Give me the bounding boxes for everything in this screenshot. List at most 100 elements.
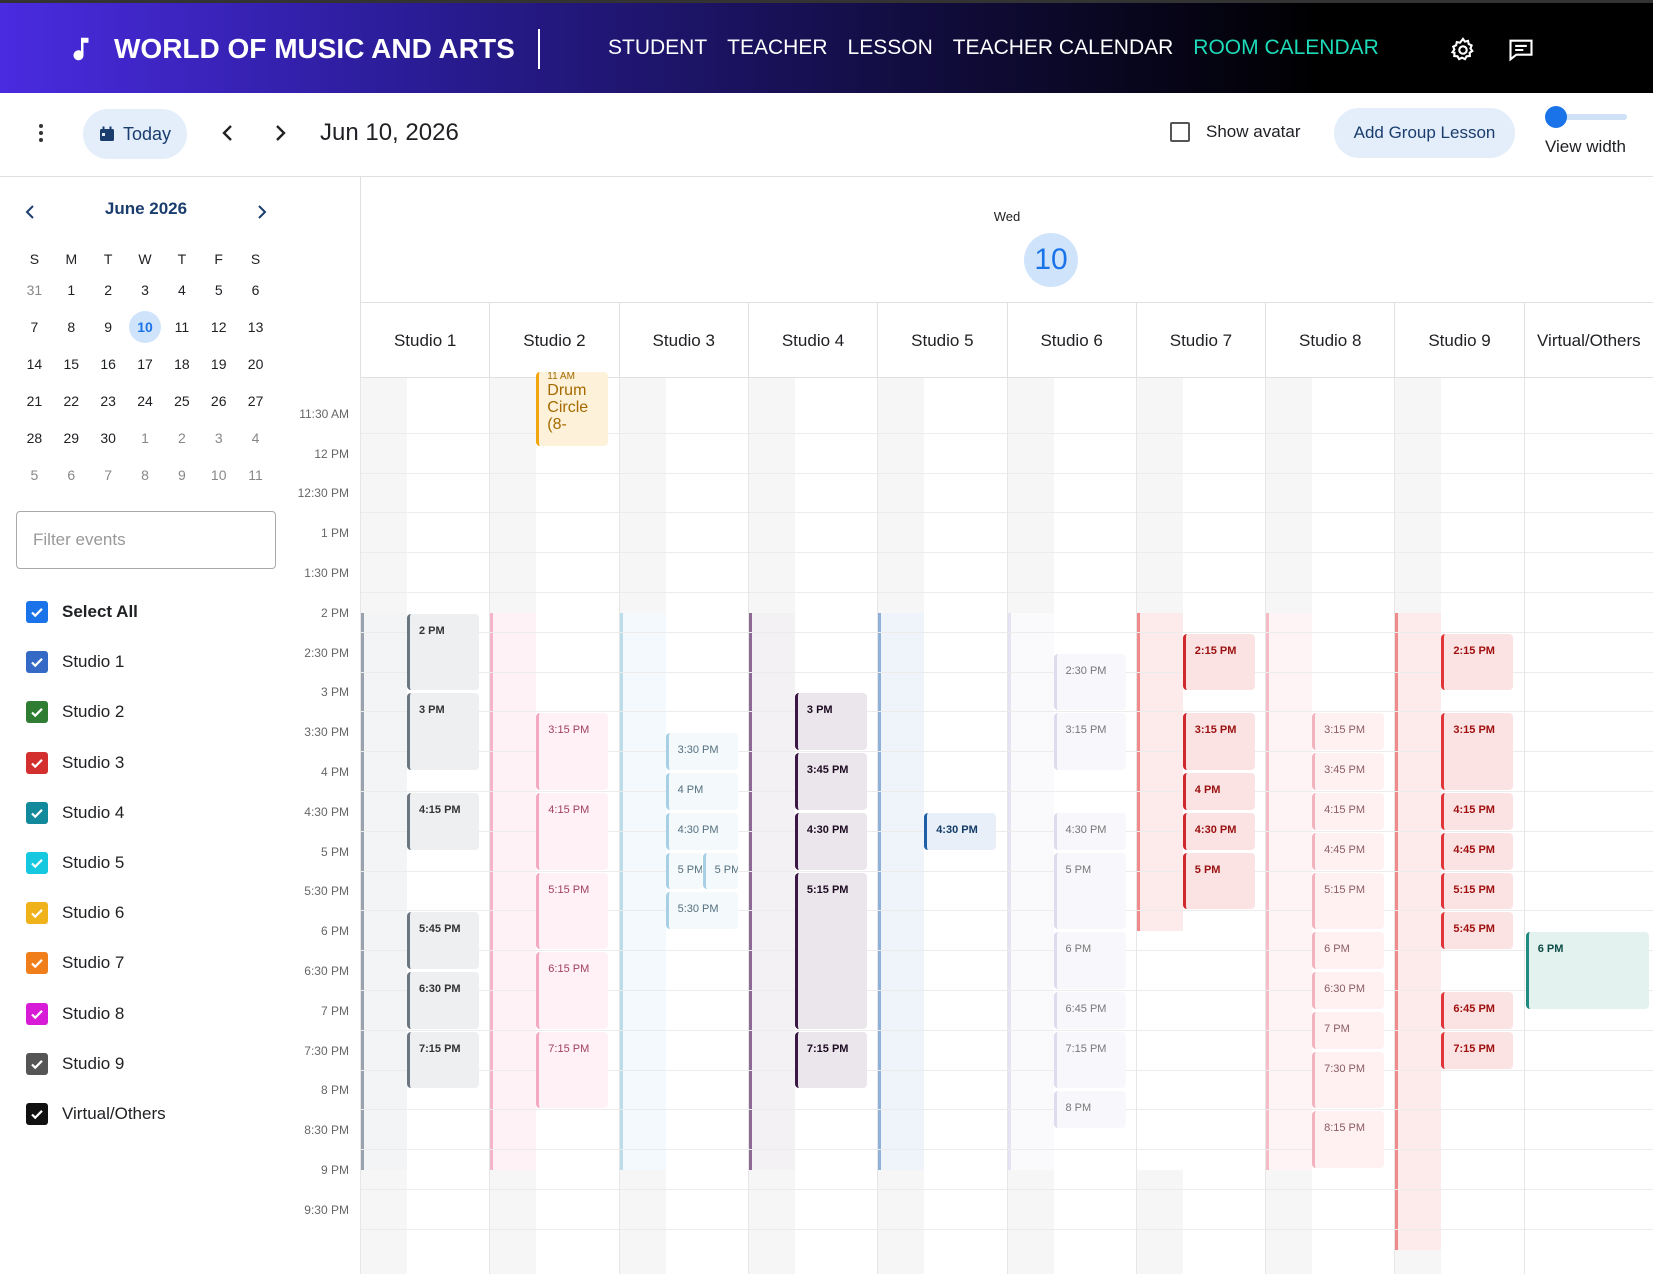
prev-day-chevron-icon[interactable]	[218, 121, 238, 145]
lesson-event[interactable]: 2:30 PM	[1053, 653, 1126, 711]
mini-calendar-day[interactable]: 4	[163, 271, 200, 308]
lesson-event[interactable]: 5:15 PM	[1441, 872, 1514, 910]
mini-calendar-day[interactable]: 27	[237, 382, 274, 419]
lesson-event[interactable]: 5:15 PM	[1312, 872, 1385, 930]
lesson-event[interactable]: 2 PM	[407, 613, 479, 691]
mini-calendar-day[interactable]: 5	[16, 456, 53, 493]
filter-checkbox[interactable]	[26, 902, 48, 925]
mini-calendar-day[interactable]: 12	[200, 308, 237, 345]
room-header[interactable]: Studio 8	[1265, 303, 1394, 378]
mini-calendar-day[interactable]: 8	[127, 456, 164, 493]
filter-checkbox[interactable]	[26, 701, 48, 724]
filter-item[interactable]: Studio 8	[26, 989, 166, 1039]
mini-calendar-day[interactable]: 29	[53, 419, 90, 456]
lesson-event[interactable]: 3 PM	[794, 693, 867, 751]
lesson-event[interactable]: 7:15 PM	[1053, 1031, 1126, 1089]
lesson-event[interactable]: 6:30 PM	[1312, 972, 1385, 1009]
show-avatar-toggle[interactable]: Show avatar	[1170, 122, 1301, 142]
filter-checkbox[interactable]	[26, 1052, 48, 1075]
lesson-event[interactable]: 6 PM	[1525, 932, 1649, 1009]
filter-item[interactable]: Select All	[26, 587, 166, 637]
filter-item[interactable]: Virtual/Others	[26, 1089, 166, 1139]
lesson-event[interactable]: 3:15 PM	[1053, 713, 1126, 770]
mini-calendar-day[interactable]: 1	[127, 419, 164, 456]
mini-calendar-day[interactable]: 30	[90, 419, 127, 456]
view-width-slider[interactable]	[1545, 106, 1627, 128]
show-avatar-checkbox[interactable]	[1170, 122, 1190, 142]
lesson-event[interactable]: 4:30 PM	[1053, 812, 1126, 850]
mini-calendar-day[interactable]: 13	[237, 308, 274, 345]
filter-checkbox[interactable]	[26, 1002, 48, 1025]
lesson-event[interactable]: 3:30 PM	[665, 733, 738, 771]
filter-checkbox[interactable]	[26, 852, 48, 875]
lesson-event[interactable]: 5:15 PM	[536, 872, 609, 950]
mini-calendar-day[interactable]: 7	[90, 456, 127, 493]
nav-room-calendar[interactable]: ROOM CALENDAR	[1193, 36, 1379, 60]
group-lesson-event[interactable]: 11 AM Drum Circle (8-	[536, 372, 609, 446]
lesson-event[interactable]: 8 PM	[1053, 1091, 1126, 1129]
mini-calendar-day[interactable]: 15	[53, 345, 90, 382]
lesson-event[interactable]: 4:15 PM	[536, 792, 609, 870]
room-header[interactable]: Studio 2	[489, 303, 618, 378]
filter-item[interactable]: Studio 1	[26, 637, 166, 687]
filter-item[interactable]: Studio 2	[26, 687, 166, 737]
mini-calendar-day[interactable]: 11	[163, 308, 200, 345]
lesson-event[interactable]: 5:30 PM	[665, 892, 738, 930]
lesson-event[interactable]: 4:45 PM	[1312, 832, 1385, 870]
lesson-event[interactable]: 4:30 PM	[794, 812, 867, 870]
settings-gear-icon[interactable]	[1449, 36, 1477, 64]
room-header[interactable]: Studio 4	[747, 303, 877, 378]
nav-student[interactable]: STUDENT	[608, 36, 707, 60]
more-vert-icon[interactable]	[38, 123, 44, 143]
filter-item[interactable]: Studio 4	[26, 788, 166, 838]
next-month-chevron-icon[interactable]	[252, 202, 272, 222]
lesson-event[interactable]: 4:15 PM	[1312, 792, 1385, 830]
lesson-event[interactable]: 4:45 PM	[1441, 832, 1514, 870]
filter-checkbox[interactable]	[26, 751, 48, 774]
filter-checkbox[interactable]	[26, 801, 48, 824]
mini-calendar-day[interactable]: 16	[90, 345, 127, 382]
slider-thumb[interactable]	[1545, 106, 1567, 128]
mini-calendar-day[interactable]: 6	[53, 456, 90, 493]
room-header[interactable]: Studio 7	[1135, 303, 1265, 378]
filter-checkbox[interactable]	[26, 952, 48, 975]
lesson-event[interactable]: 5:45 PM	[1441, 912, 1514, 950]
lesson-event[interactable]: 6:30 PM	[407, 972, 479, 1029]
room-header[interactable]: Virtual/Others	[1523, 303, 1653, 378]
mini-calendar-day[interactable]: 31	[16, 271, 53, 308]
lesson-event[interactable]: 6 PM	[1312, 932, 1385, 970]
lesson-event[interactable]: 6:45 PM	[1441, 991, 1514, 1029]
mini-calendar-day[interactable]: 20	[237, 345, 274, 382]
filter-item[interactable]: Studio 6	[26, 888, 166, 938]
mini-calendar-day[interactable]: 23	[90, 382, 127, 419]
mini-calendar-day[interactable]: 3	[200, 419, 237, 456]
mini-calendar-day[interactable]: 6	[237, 271, 274, 308]
lesson-event[interactable]: 3:45 PM	[1312, 753, 1385, 790]
filter-item[interactable]: Studio 9	[26, 1039, 166, 1089]
time-grid[interactable]: 11:30 AM 12 PM 12:30 PM 1 PM 1:30 PM 2 PM 2:30…	[292, 372, 1653, 1274]
lesson-event[interactable]: 4:15 PM	[407, 792, 479, 850]
lesson-event[interactable]: 7:15 PM	[536, 1031, 609, 1109]
add-group-lesson-button[interactable]: Add Group Lesson	[1334, 108, 1515, 158]
lesson-event[interactable]: 4:30 PM	[665, 812, 738, 850]
nav-teacher[interactable]: TEACHER	[727, 36, 827, 60]
mini-calendar-day[interactable]: 10	[200, 456, 237, 493]
lesson-event[interactable]: 3:15 PM	[1182, 713, 1255, 770]
mini-calendar-day[interactable]: 24	[127, 382, 164, 419]
mini-calendar-day[interactable]: 18	[163, 345, 200, 382]
mini-calendar-day[interactable]: 14	[16, 345, 53, 382]
mini-calendar-day[interactable]: 10	[127, 308, 164, 345]
lesson-event[interactable]: 3:15 PM	[536, 713, 609, 790]
app-brand[interactable]: WORLD OF MUSIC AND ARTS	[66, 33, 515, 65]
mini-calendar-day[interactable]: 17	[127, 345, 164, 382]
mini-calendar-day[interactable]: 9	[90, 308, 127, 345]
mini-calendar-day[interactable]: 21	[16, 382, 53, 419]
mini-calendar-day[interactable]: 2	[90, 271, 127, 308]
lesson-event[interactable]: 4 PM	[1182, 773, 1255, 810]
mini-calendar-day[interactable]: 25	[163, 382, 200, 419]
lesson-event[interactable]: 8:15 PM	[1312, 1111, 1385, 1168]
room-header[interactable]: Studio 1	[360, 303, 489, 378]
today-button[interactable]: Today	[83, 109, 187, 159]
lesson-event[interactable]: 2:15 PM	[1441, 633, 1514, 691]
lesson-event[interactable]: 6 PM	[1053, 932, 1126, 989]
